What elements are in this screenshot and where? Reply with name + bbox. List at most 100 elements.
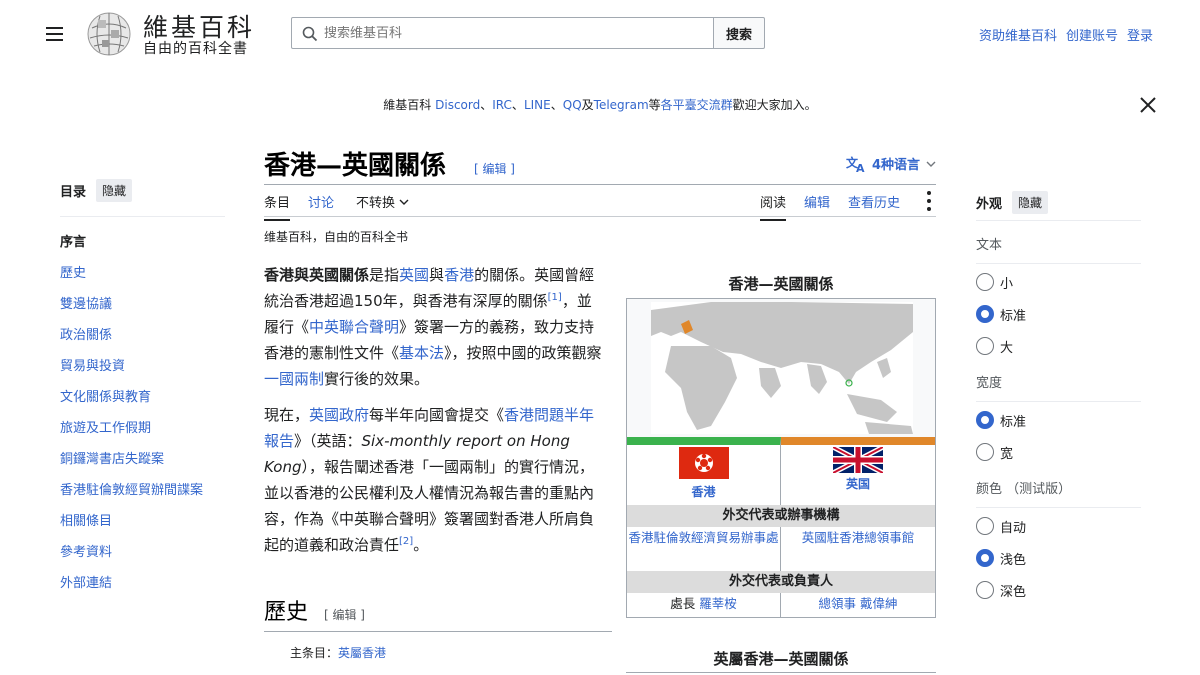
toc-item-culture[interactable]: 文化關係與教育 — [60, 382, 225, 413]
rep-hk-title: 處長 — [670, 596, 700, 611]
toc-item-bookstore[interactable]: 銅鑼灣書店失蹤案 — [60, 444, 225, 475]
toc-hide-button[interactable]: 隐藏 — [96, 178, 133, 202]
section-history-heading: 歷史 [ 编辑 ] — [264, 594, 612, 632]
bold-subject: 香港與英國關係 — [264, 266, 370, 284]
search-button[interactable]: 搜索 — [713, 17, 765, 49]
toc-item-travel[interactable]: 旅遊及工作假期 — [60, 413, 225, 444]
hong-kong-flag-icon[interactable] — [679, 447, 729, 479]
tab-read[interactable]: 阅读 — [760, 192, 787, 221]
tagline: 维基百科，自由的百科全书 — [264, 230, 409, 244]
option-label: 小 — [1000, 276, 1014, 292]
toc-item-history[interactable]: 歷史 — [60, 258, 225, 289]
rep-uk-link[interactable]: 戴偉紳 — [860, 596, 898, 611]
location-map[interactable] — [651, 302, 913, 434]
infobox-row-offices: 香港駐倫敦經濟貿易辦事處 英國駐香港總領事館 — [627, 527, 935, 571]
tab-edit[interactable]: 编辑 — [804, 192, 830, 211]
more-options-icon[interactable] — [926, 191, 932, 211]
office-hk-link[interactable]: 香港駐倫敦經濟貿易辦事處 — [628, 530, 778, 545]
text-size-large[interactable]: 大 — [976, 330, 1141, 362]
infobox-caption: 香港—英國關係 — [728, 275, 834, 293]
divider — [976, 507, 1141, 508]
text-size-small[interactable]: 小 — [976, 266, 1141, 298]
translate-icon: 文 A — [846, 155, 865, 173]
width-options: 标准 宽 — [976, 404, 1141, 468]
notice-text: 維基百科 — [383, 98, 436, 112]
link-uk[interactable]: 英國 — [399, 266, 429, 284]
section-title: 歷史 — [264, 600, 309, 625]
paragraph-1: 香港與英國關係是指英國與香港的關係。英國曾經統治香港超過150年，與香港有深厚的… — [264, 262, 604, 392]
login-link[interactable]: 登录 — [1127, 25, 1153, 44]
toc-item-spy-case[interactable]: 香港駐倫敦經貿辦間諜案 — [60, 475, 225, 506]
toc-title: 目录 — [60, 184, 87, 200]
rep-uk-title[interactable]: 總領事 — [819, 596, 860, 611]
appearance-hide-button[interactable]: 隐藏 — [1012, 190, 1049, 214]
hk-name[interactable]: 香港 — [627, 483, 780, 500]
main-article-link[interactable]: 英屬香港 — [338, 646, 386, 660]
title-edit-link: [ 编辑 ] — [474, 160, 515, 177]
search-input[interactable] — [324, 25, 713, 41]
tab-talk[interactable]: 讨论 — [308, 192, 334, 211]
text-size-standard[interactable]: 标准 — [976, 298, 1141, 330]
color-dark[interactable]: 深色 — [976, 574, 1141, 606]
notice-text: 及 — [581, 98, 594, 112]
notice-sep: 、 — [480, 98, 493, 112]
paragraph-2: 現在，英國政府每半年向國會提交《香港問題半年報告》（英語：Six-monthly… — [264, 402, 604, 558]
logo-subtitle: 自由的百科全書 — [143, 41, 248, 57]
toc-item-bilateral[interactable]: 雙邊協議 — [60, 289, 225, 320]
uk-flag-icon[interactable] — [833, 447, 883, 473]
option-label: 浅色 — [1000, 552, 1027, 568]
rep-uk-cell: 總領事 戴偉紳 — [781, 593, 935, 617]
infobox-section-header: 外交代表或負責人 — [627, 571, 935, 593]
create-account-link[interactable]: 创建账号 — [1066, 25, 1118, 44]
wikipedia-globe-logo[interactable] — [84, 10, 134, 58]
site-notice: 維基百科 Discord、IRC、LINE、QQ及Telegram等各平臺交流群… — [0, 96, 1200, 113]
rep-hk-cell: 處長 羅莘桉 — [627, 593, 781, 617]
donate-link[interactable]: 资助维基百科 — [979, 25, 1057, 44]
option-label: 标准 — [1000, 414, 1027, 430]
reference-1[interactable]: [1] — [548, 292, 562, 303]
irc-link[interactable]: IRC — [492, 98, 512, 112]
tab-history[interactable]: 查看历史 — [848, 192, 900, 211]
close-icon[interactable] — [1138, 95, 1158, 115]
toc-item-intro[interactable]: 序言 — [60, 227, 225, 258]
line-link[interactable]: LINE — [524, 98, 551, 112]
qq-link[interactable]: QQ — [563, 98, 582, 112]
toc-item-trade[interactable]: 貿易與投資 — [60, 351, 225, 382]
main-menu-icon[interactable] — [40, 20, 68, 48]
language-button[interactable]: 文 A 4种语言 — [846, 154, 936, 173]
link-hk[interactable]: 香港 — [444, 266, 474, 284]
toc-item-external[interactable]: 外部連結 — [60, 568, 225, 599]
width-label: 宽度 — [976, 376, 1003, 391]
width-wide[interactable]: 宽 — [976, 436, 1141, 468]
text: 每半年向國會提交《 — [369, 406, 505, 424]
color-auto[interactable]: 自动 — [976, 510, 1141, 542]
rep-hk-link[interactable]: 羅莘桉 — [699, 596, 737, 611]
reference-2[interactable]: [2] — [399, 536, 413, 547]
tab-article[interactable]: 条目 — [264, 192, 291, 221]
text: 是指 — [369, 266, 400, 284]
title-edit-label[interactable]: [ 编辑 ] — [474, 162, 515, 176]
groups-link[interactable]: 各平臺交流群 — [661, 98, 733, 112]
link-joint-declaration[interactable]: 中英聯合聲明 — [309, 318, 399, 336]
discord-link[interactable]: Discord — [435, 98, 480, 112]
toc-item-politics[interactable]: 政治關係 — [60, 320, 225, 351]
infobox-2-border — [626, 672, 936, 673]
uk-name[interactable]: 英国 — [781, 475, 935, 492]
toc-item-related[interactable]: 相關條目 — [60, 506, 225, 537]
radio-unchecked-icon — [976, 273, 994, 291]
link-uk-gov[interactable]: 英國政府 — [309, 406, 369, 424]
main-article-note: 主条目：英屬香港 — [290, 644, 386, 661]
site-header: 維基百科 自由的百科全書 搜索 资助维基百科 创建账号 登录 — [0, 0, 1200, 66]
variant-dropdown[interactable]: 不转换 — [356, 192, 409, 211]
section-edit-link[interactable]: [ 编辑 ] — [324, 606, 365, 623]
color-light[interactable]: 浅色 — [976, 542, 1141, 574]
link-one-country[interactable]: 一國兩制 — [264, 370, 324, 388]
toc-item-references[interactable]: 參考資料 — [60, 537, 225, 568]
link-basic-law[interactable]: 基本法 — [399, 344, 444, 362]
office-uk-link[interactable]: 英國駐香港總領事館 — [802, 530, 915, 545]
width-standard[interactable]: 标准 — [976, 404, 1141, 436]
search-box[interactable] — [291, 17, 714, 49]
telegram-link[interactable]: Telegram — [594, 98, 649, 112]
text: 》（英語： — [294, 432, 362, 450]
option-label: 深色 — [1000, 584, 1027, 600]
